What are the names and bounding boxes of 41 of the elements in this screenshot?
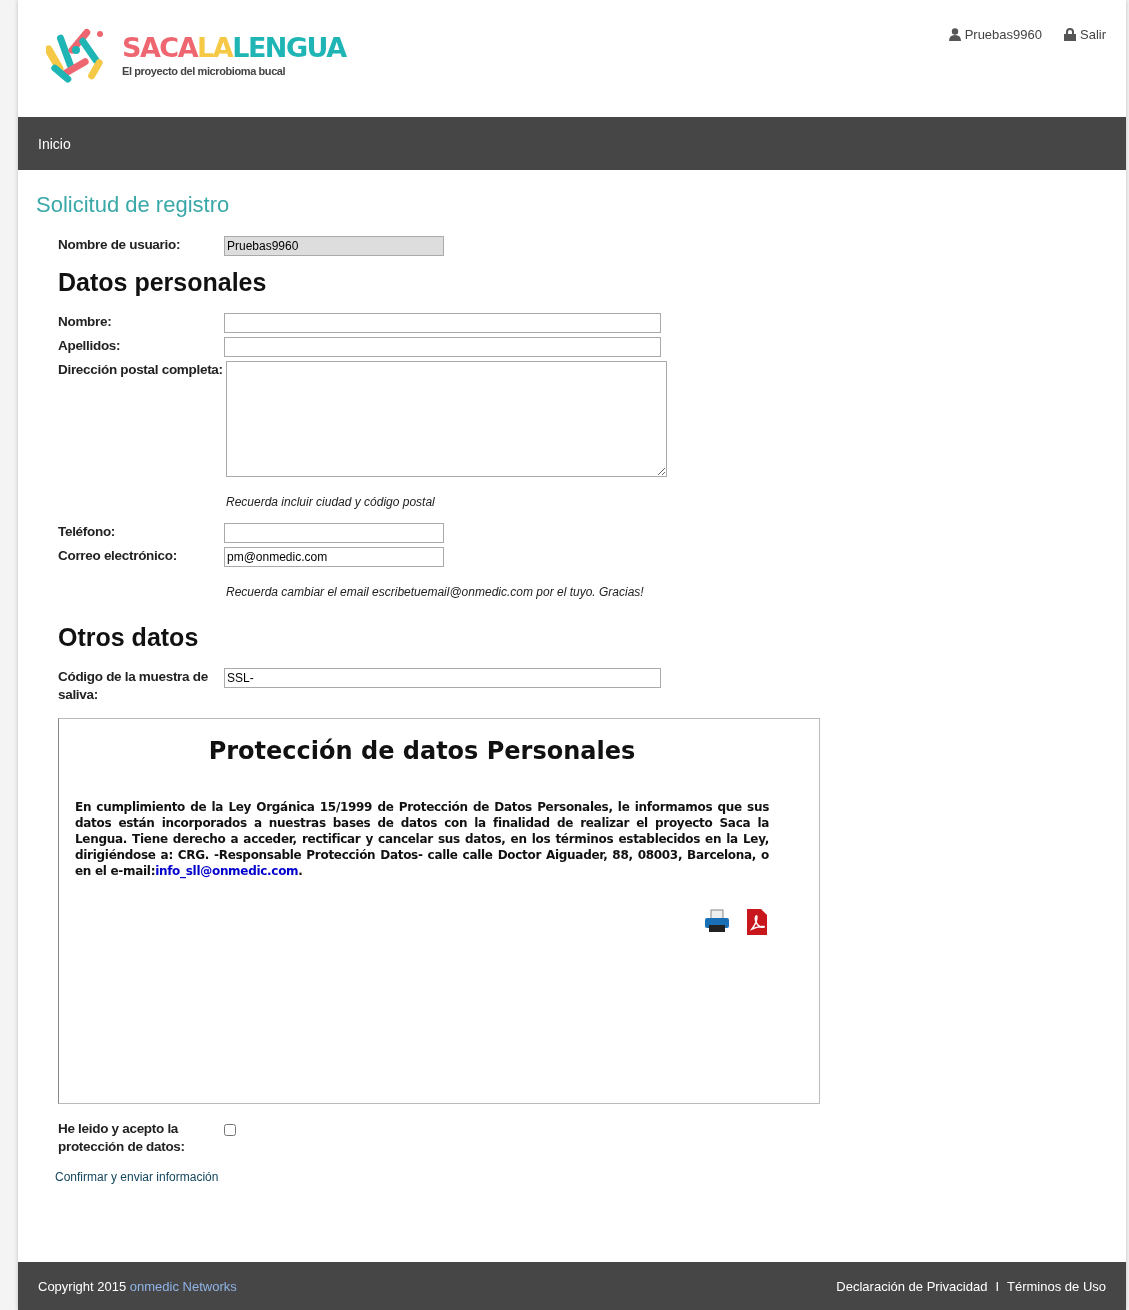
field-label: Correo electrónico:	[58, 547, 178, 565]
logout-link[interactable]: Salir	[1064, 27, 1106, 42]
user-link[interactable]: Pruebas9960	[948, 27, 1042, 42]
field-label: Código de la muestra de saliva:	[58, 668, 209, 704]
field-label: Teléfono:	[58, 523, 117, 541]
nav-link[interactable]: Inicio	[38, 135, 71, 152]
logo-text: SACA	[122, 33, 198, 61]
input-field[interactable]: pm@onmedic.com	[224, 547, 444, 567]
printer-icon[interactable]	[703, 909, 731, 933]
input-field[interactable]	[224, 523, 444, 543]
field-label: Nombre de usuario:	[58, 236, 182, 254]
field-hint: Recuerda cambiar el email escribetuemail@onmedic.com por el tuyo. Gracias!	[226, 585, 645, 599]
logo-text: LA	[197, 33, 233, 61]
input-field[interactable]	[224, 337, 661, 357]
input-field[interactable]	[224, 313, 661, 333]
accept-checkbox[interactable]	[224, 1124, 236, 1136]
company-link[interactable]: onmedic Networks	[129, 1278, 237, 1294]
pdf-icon[interactable]	[745, 909, 769, 935]
submit-link[interactable]: Confirmar y enviar información	[55, 1170, 1126, 1184]
logo-text: LENGUA	[232, 33, 346, 61]
footer-link[interactable]: Declaración de Privacidad	[836, 1278, 988, 1294]
field-label: He leido y acepto la protección de datos:	[58, 1120, 186, 1156]
username-field[interactable]: Pruebas9960	[224, 236, 444, 256]
copyright-text: Copyright 2015 onmedic Networks	[38, 1278, 237, 1294]
address-field[interactable]	[226, 361, 667, 477]
section-heading: Otros datos	[58, 623, 200, 652]
privacy-title: Protección de datos Personales	[207, 737, 637, 765]
input-field[interactable]: SSL-	[224, 668, 661, 688]
field-label: Nombre:	[58, 313, 113, 331]
footer-link[interactable]: Términos de Uso	[1007, 1278, 1106, 1294]
field-hint: Recuerda incluir ciudad y código postal	[226, 495, 436, 509]
field-label: Apellidos:	[58, 337, 122, 355]
section-heading: Datos personales	[58, 268, 268, 297]
lock-icon	[1064, 28, 1076, 41]
email-link[interactable]: info_sll@onmedic.com	[155, 864, 299, 878]
footer-separator: I	[995, 1278, 999, 1294]
logo-tagline: El proyecto del microbioma bucal	[122, 64, 287, 77]
field-label: Dirección postal completa:	[58, 361, 224, 379]
user-icon	[948, 28, 961, 41]
privacy-text: En cumplimiento de la Ley Orgánica 15/1999 de Protección de Datos Personales, le informamos que sus datos están incorporados a nuestras bases de datos con la finalidad de realizar el proyecto Saca la Lengua. Tiene derecho a acceder, rectificar y cancelar sus datos, en los términos establecidos en la Ley, dirigiéndose a: CRG. -Responsable Protección Datos- calle calle Doctor Aiguader, 88, 08003, Barcelona, o en el e-mail:info_sll@onmedic.com.	[75, 799, 769, 879]
page-title: Solicitud de registro	[36, 192, 231, 218]
